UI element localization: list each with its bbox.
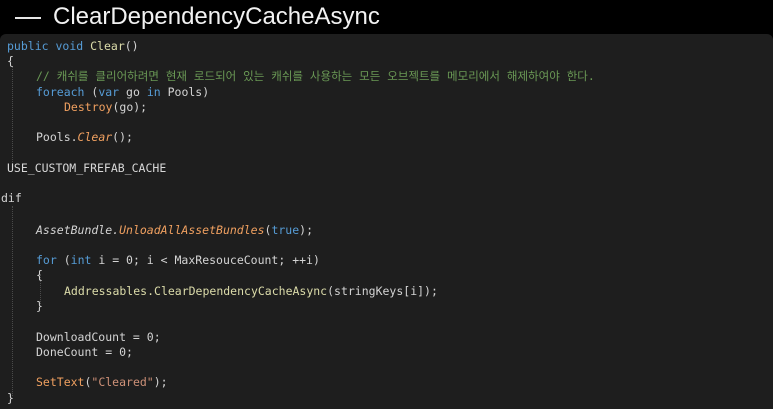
code-text: DoneCount = 0; bbox=[36, 345, 133, 359]
code-text: { bbox=[36, 268, 43, 282]
keyword: in bbox=[146, 85, 161, 99]
keyword: int bbox=[70, 253, 92, 267]
code-text: } bbox=[7, 391, 14, 405]
slide-title: ClearDependencyCacheAsync bbox=[53, 3, 380, 30]
code-line: { bbox=[7, 53, 14, 69]
keyword: void bbox=[55, 39, 84, 53]
function-name: ClearDependencyCacheAsync bbox=[154, 284, 328, 298]
code-text: } bbox=[36, 299, 43, 313]
title-dash bbox=[15, 17, 41, 19]
keyword: var bbox=[98, 85, 120, 99]
preprocessor-symbol: USE_CUSTOM_FREFAB_CACHE bbox=[7, 161, 167, 175]
slide: ClearDependencyCacheAsync public void Cl… bbox=[0, 0, 773, 409]
code-text: (go); bbox=[112, 100, 148, 114]
code-comment: // 캐쉬를 클리어하려면 현재 로드되어 있는 캐쉬를 사용하는 모든 오브젝… bbox=[36, 69, 595, 83]
string-literal: "Cleared" bbox=[91, 375, 154, 389]
code-line: DoneCount = 0; bbox=[36, 344, 133, 360]
code-line: // 캐쉬를 클리어하려면 현재 로드되어 있는 캐쉬를 사용하는 모든 오브젝… bbox=[36, 68, 595, 84]
code-text: { bbox=[7, 54, 14, 68]
code-text: (stringKeys[i]); bbox=[327, 284, 438, 298]
code-line: DownloadCount = 0; bbox=[36, 329, 161, 345]
code-line: USE_CUSTOM_FREFAB_CACHE bbox=[7, 160, 166, 176]
code-text: (); bbox=[112, 130, 133, 144]
code-text: ( bbox=[56, 253, 71, 267]
code-text: ); bbox=[153, 375, 168, 389]
function-name: Destroy bbox=[64, 100, 113, 114]
code-text: ); bbox=[299, 223, 313, 237]
code-line: AssetBundle.UnloadAllAssetBundles(true); bbox=[36, 222, 313, 238]
code-text: Pools. bbox=[36, 130, 78, 144]
class-name: Addressables. bbox=[64, 284, 155, 298]
title-bar: ClearDependencyCacheAsync bbox=[0, 0, 773, 34]
code-text: DownloadCount = 0; bbox=[36, 330, 161, 344]
indent-guide bbox=[12, 206, 13, 396]
code-line: Pools.Clear(); bbox=[36, 129, 133, 145]
code-line: SetText("Cleared"); bbox=[36, 374, 168, 390]
keyword: for bbox=[36, 253, 57, 267]
function-name: Clear bbox=[90, 39, 125, 53]
code-line: public void Clear() bbox=[7, 38, 139, 54]
code-text: () bbox=[124, 39, 139, 53]
function-name: SetText bbox=[36, 375, 85, 389]
keyword: foreach bbox=[36, 85, 85, 99]
code-text: dif bbox=[1, 191, 22, 205]
code-line: for (int i = 0; i < MaxResouceCount; ++i… bbox=[36, 252, 320, 268]
keyword: true bbox=[271, 223, 300, 237]
code-text: Pools) bbox=[160, 85, 210, 99]
code-text: ( bbox=[84, 85, 99, 99]
code-text: i = 0; i < MaxResouceCount; ++i) bbox=[91, 253, 320, 267]
code-line: } bbox=[7, 390, 14, 406]
indent-guide bbox=[12, 66, 13, 164]
function-name: UnloadAllAssetBundles bbox=[119, 223, 265, 237]
class-name: AssetBundle. bbox=[36, 223, 120, 237]
code-line: foreach (var go in Pools) bbox=[36, 84, 209, 100]
code-line: { bbox=[36, 267, 43, 283]
function-name: Clear bbox=[77, 130, 113, 144]
code-line: dif bbox=[1, 190, 22, 206]
code-editor: public void Clear() { // 캐쉬를 클리어하려면 현재 로… bbox=[0, 34, 773, 409]
code-text: go bbox=[119, 85, 147, 99]
code-line: Addressables.ClearDependencyCacheAsync(s… bbox=[64, 283, 438, 299]
keyword: public bbox=[7, 39, 49, 53]
code-line: } bbox=[36, 298, 43, 314]
code-line: Destroy(go); bbox=[64, 99, 147, 115]
